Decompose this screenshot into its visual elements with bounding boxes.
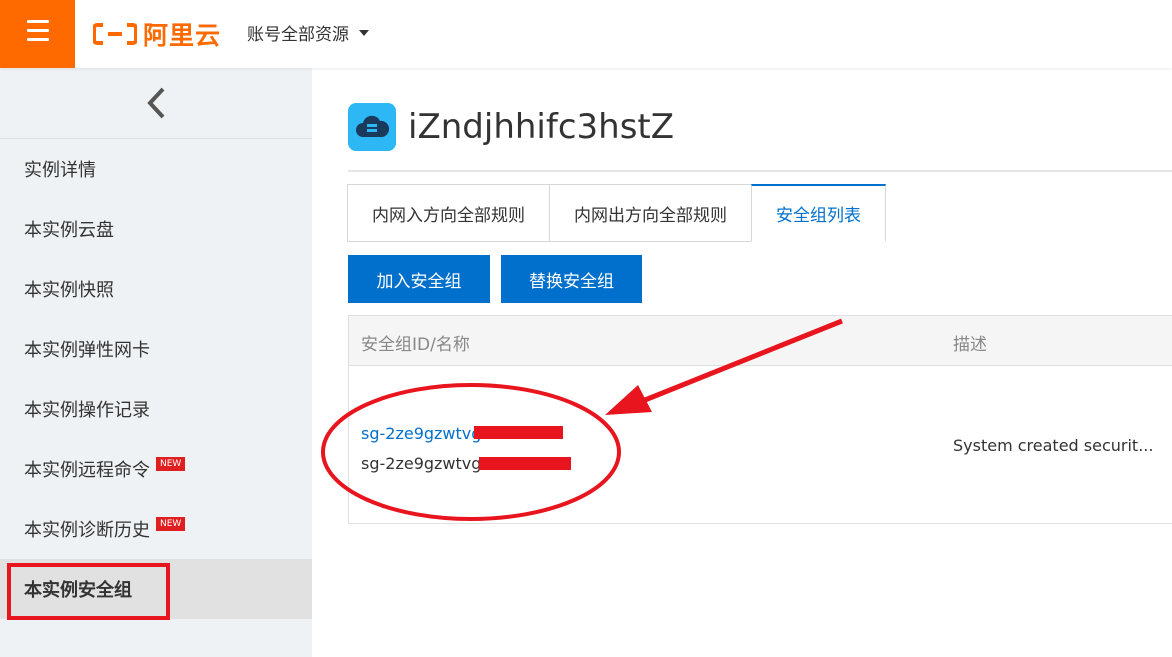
aliyun-logo[interactable]: 阿里云 [93,14,221,54]
account-label: 账号全部资源 [247,25,349,45]
sidebar-item-label: 本实例云盘 [24,220,114,241]
tab-outbound-rules[interactable]: 内网出方向全部规则 [549,184,752,242]
sidebar-item-label: 本实例快照 [24,280,114,301]
caret-down-icon [359,29,369,36]
sidebar: 实例详情 本实例云盘 本实例快照 本实例弹性网卡 本实例操作记录 本实例远程命令… [0,68,312,657]
main-content: iZndjhhifc3hstZ 内网入方向全部规则 内网出方向全部规则 安全组列… [312,68,1172,657]
sidebar-item-diagnosis-history[interactable]: 本实例诊断历史 NEW [0,499,312,559]
menu-icon [27,20,49,23]
tab-bar: 内网入方向全部规则 内网出方向全部规则 安全组列表 [347,184,886,242]
tab-security-group-list[interactable]: 安全组列表 [751,184,886,242]
sidebar-item-label: 本实例远程命令 [24,460,150,481]
back-button[interactable] [0,68,312,139]
instance-header: iZndjhhifc3hstZ [348,103,674,151]
table-row: sg-2ze9gzwtvg sg-2ze9gzwtvg System creat… [349,366,1172,524]
sidebar-item-label: 本实例诊断历史 [24,520,150,541]
divider [348,170,1172,172]
table-header: 安全组ID/名称 描述 [349,316,1172,366]
sidebar-item-security-groups[interactable]: 本实例安全组 [0,559,312,620]
top-bar: 阿里云 账号全部资源 [0,0,1172,68]
redaction-mark [479,457,571,470]
sidebar-item-label: 本实例弹性网卡 [24,340,150,361]
new-badge: NEW [156,517,186,531]
chevron-left-icon [147,87,165,119]
security-group-id-link[interactable]: sg-2ze9gzwtvg [361,424,481,443]
sidebar-item-instance-details[interactable]: 实例详情 [0,139,312,199]
account-resources-dropdown[interactable]: 账号全部资源 [247,20,369,45]
hamburger-menu-button[interactable] [0,0,75,68]
column-header-description: 描述 [953,335,987,355]
security-group-table: 安全组ID/名称 描述 sg-2ze9gzwtvg sg-2ze9gzwtvg … [348,315,1172,524]
sidebar-item-label: 本实例安全组 [24,580,132,601]
tab-inbound-rules[interactable]: 内网入方向全部规则 [347,184,550,242]
new-badge: NEW [156,457,186,471]
logo-text: 阿里云 [143,21,222,50]
sidebar-item-eni[interactable]: 本实例弹性网卡 [0,319,312,379]
redaction-mark [474,426,563,439]
security-group-name: sg-2ze9gzwtvg [361,454,482,473]
sidebar-item-operation-log[interactable]: 本实例操作记录 [0,379,312,439]
sidebar-item-disks[interactable]: 本实例云盘 [0,199,312,259]
aliyun-logo-icon [93,23,137,45]
security-group-description: System created securit... [953,436,1154,455]
sidebar-item-snapshots[interactable]: 本实例快照 [0,259,312,319]
replace-security-group-button[interactable]: 替换安全组 [501,255,642,303]
join-security-group-button[interactable]: 加入安全组 [348,255,490,303]
column-header-id-name: 安全组ID/名称 [361,335,470,355]
sidebar-item-label: 实例详情 [24,160,96,181]
page-title: iZndjhhifc3hstZ [408,107,675,147]
sidebar-item-label: 本实例操作记录 [24,400,150,421]
sidebar-item-remote-command[interactable]: 本实例远程命令 NEW [0,439,312,499]
ecs-instance-icon [348,103,396,151]
